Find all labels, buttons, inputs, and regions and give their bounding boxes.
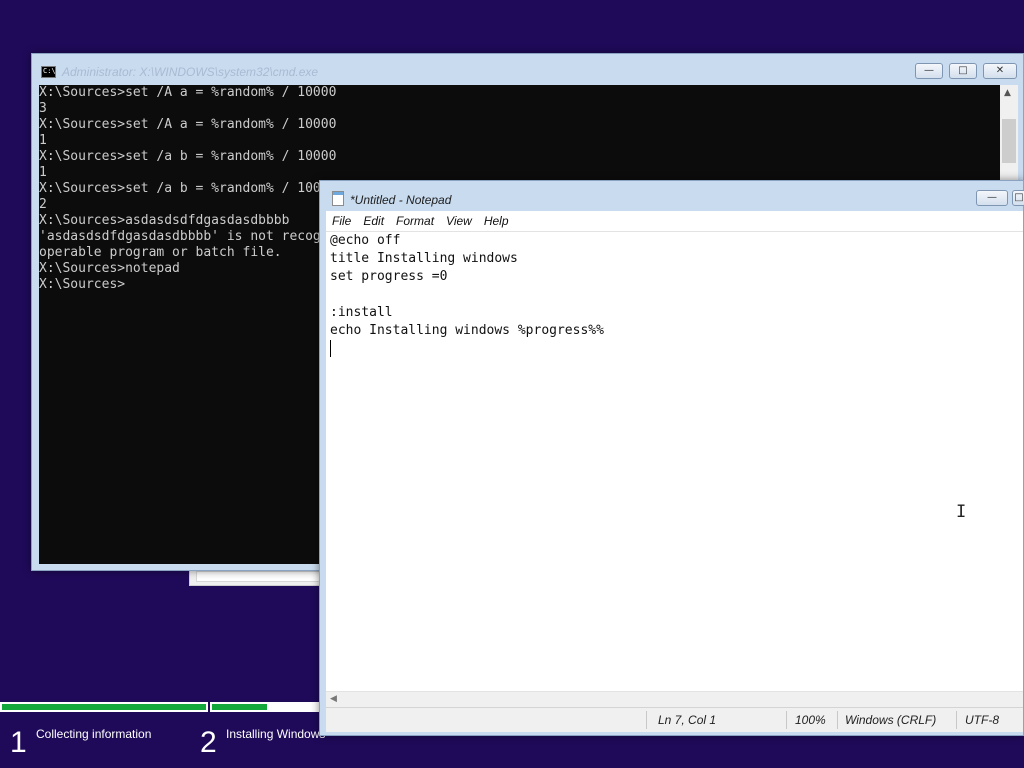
editor-lines: @echo off title Installing windows set pro…: [326, 232, 1023, 358]
notepad-titlebar[interactable]: *Untitled - Notepad — □: [320, 181, 1024, 211]
status-line-ending: Windows (CRLF): [845, 713, 937, 727]
menu-edit[interactable]: Edit: [357, 214, 390, 228]
text-caret: [330, 340, 331, 357]
notepad-horizontal-scrollbar[interactable]: ◀: [326, 691, 1023, 708]
console-line: X:\Sources>set /A a = %random% / 10000: [39, 117, 337, 132]
setup-window-bar: [196, 571, 328, 582]
installing-progress-fill: [212, 704, 267, 710]
status-separator: [837, 711, 838, 729]
menu-format[interactable]: Format: [390, 214, 440, 228]
menu-file[interactable]: File: [326, 214, 357, 228]
editor-line: [326, 286, 1023, 304]
minimize-button[interactable]: —: [915, 63, 943, 79]
stage-label: Collecting information: [36, 727, 152, 741]
status-separator: [646, 711, 647, 729]
status-zoom: 100%: [795, 713, 826, 727]
status-separator: [786, 711, 787, 729]
scrollbar-thumb[interactable]: [1002, 119, 1016, 163]
notepad-menubar: File Edit Format View Help: [326, 211, 1023, 231]
notepad-window-title: *Untitled - Notepad: [350, 193, 452, 207]
cmd-titlebar[interactable]: Administrator: X:\WINDOWS\system32\cmd.e…: [32, 54, 1023, 84]
editor-line: set progress =0: [330, 269, 448, 284]
status-encoding: UTF-8: [965, 713, 999, 727]
console-line: X:\Sources>set /A a = %random% / 10000: [39, 85, 337, 100]
notepad-app-icon: [332, 191, 344, 206]
cmd-window-title: Administrator: X:\WINDOWS\system32\cmd.e…: [62, 65, 319, 79]
notepad-statusbar: Ln 7, Col 1 100% Windows (CRLF) UTF-8: [326, 707, 1023, 732]
menu-view[interactable]: View: [440, 214, 478, 228]
scroll-up-arrow-icon[interactable]: ▲: [1004, 88, 1011, 98]
console-line: 1: [39, 133, 47, 148]
scroll-left-arrow-icon[interactable]: ◀: [330, 694, 337, 704]
editor-line: @echo off: [330, 233, 401, 248]
menu-help[interactable]: Help: [478, 214, 515, 228]
notepad-window[interactable]: *Untitled - Notepad — □ File Edit Format…: [319, 180, 1024, 736]
console-line: X:\Sources>set /a b = %random% / 10000: [39, 149, 337, 164]
editor-line: echo Installing windows %progress%%: [330, 323, 604, 338]
maximize-button[interactable]: □: [1012, 190, 1024, 206]
close-button[interactable]: ✕: [983, 63, 1017, 79]
stage-label: Installing Windows: [226, 727, 326, 741]
collecting-progress-fill: [2, 704, 206, 710]
stage-number: 2: [200, 726, 217, 759]
editor-line: [326, 340, 1023, 358]
collecting-progress-bar: [0, 702, 208, 712]
status-separator: [956, 711, 957, 729]
notepad-text-area[interactable]: @echo off title Installing windows set pro…: [326, 231, 1023, 692]
console-line: 1: [39, 165, 47, 180]
cmd-app-icon: [41, 66, 56, 78]
minimize-button[interactable]: —: [976, 190, 1008, 206]
maximize-button[interactable]: □: [949, 63, 977, 79]
editor-line: :install: [330, 305, 393, 320]
stage-number: 1: [10, 726, 27, 759]
console-line: 3: [39, 101, 47, 116]
text-cursor-icon: I: [956, 502, 967, 522]
installing-progress-bar: [210, 702, 324, 712]
status-cursor-position: Ln 7, Col 1: [658, 713, 717, 727]
editor-line: title Installing windows: [330, 251, 518, 266]
